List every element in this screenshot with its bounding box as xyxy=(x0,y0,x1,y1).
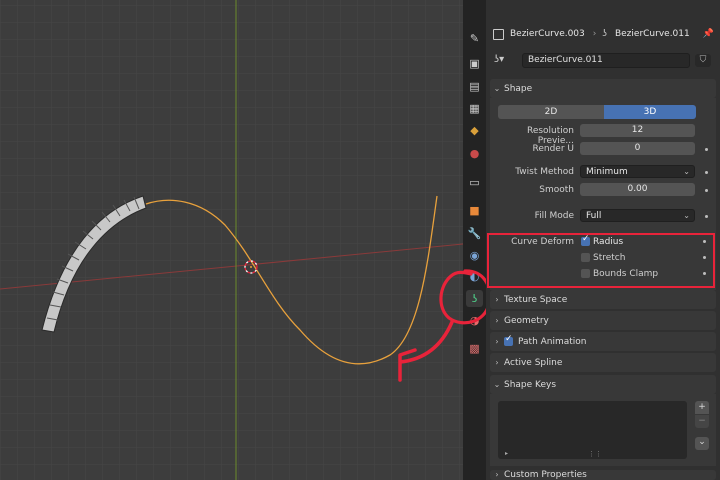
properties-editor: BezierCurve.003 › ʖ BezierCurve.011 📌 ʖ▾… xyxy=(486,0,720,480)
texture-space-panel-header[interactable]: › Texture Space xyxy=(490,290,716,309)
shape-key-menu-button[interactable]: ⌄ xyxy=(695,437,709,450)
breadcrumb-data: BezierCurve.011 xyxy=(614,29,690,39)
keyframe-dot[interactable] xyxy=(703,272,706,275)
shape-keys-panel-header[interactable]: ⌄ Shape Keys xyxy=(490,375,716,394)
shape-panel-title: Shape xyxy=(504,83,533,94)
keyframe-dot[interactable] xyxy=(705,171,708,174)
geometry-title: Geometry xyxy=(504,315,549,326)
expand-icon[interactable]: ▸ xyxy=(505,450,508,457)
chevron-down-icon: ⌄ xyxy=(683,167,690,176)
stretch-checkbox[interactable] xyxy=(581,253,590,262)
viewport-3d[interactable] xyxy=(0,0,463,480)
render-icon[interactable]: ▣ xyxy=(466,55,483,72)
custom-properties-panel-header[interactable]: › Custom Properties xyxy=(490,470,716,480)
chevron-down-icon: ⌄ xyxy=(493,380,501,389)
stretch-label: Stretch xyxy=(593,253,626,263)
geometry-panel-header[interactable]: › Geometry xyxy=(490,311,716,330)
shape-keys-title: Shape Keys xyxy=(504,379,557,390)
curve-object-icon xyxy=(493,28,504,40)
path-animation-checkbox[interactable] xyxy=(504,334,513,346)
datablock-selector: ʖ▾ BezierCurve.011 ⛉ xyxy=(492,53,716,70)
fill-mode-label: Fill Mode xyxy=(534,211,574,221)
custom-properties-title: Custom Properties xyxy=(504,470,587,480)
properties-tabs: ✎ ▣ ▤ ▦ ◆ ● ▭ ■ 🔧 ◉ ◐ ʖ ◑ ▩ xyxy=(439,0,492,480)
keyframe-dot[interactable] xyxy=(705,189,708,192)
smooth-field[interactable]: 0.00 xyxy=(580,183,695,196)
active-spline-title: Active Spline xyxy=(504,357,563,368)
bounds-clamp-checkbox[interactable] xyxy=(581,269,590,278)
curve-deform-label: Curve Deform xyxy=(511,237,574,247)
resolution-label: Resolution Previe... xyxy=(526,126,574,146)
modifier-icon[interactable]: 🔧 xyxy=(466,225,483,242)
mode-3d-button[interactable]: 3D xyxy=(604,105,696,119)
smooth-label: Smooth xyxy=(539,185,574,195)
object-icon[interactable]: ■ xyxy=(466,202,483,219)
twist-method-value: Minimum xyxy=(586,167,628,177)
shape-panel-header[interactable]: ⌄ Shape xyxy=(490,79,716,98)
collection-icon[interactable]: ▭ xyxy=(466,174,483,191)
resolution-preview-field[interactable]: 12 xyxy=(580,124,695,137)
add-shape-key-button[interactable]: + xyxy=(695,401,709,414)
active-spline-panel-header[interactable]: › Active Spline xyxy=(490,353,716,372)
keyframe-dot[interactable] xyxy=(705,148,708,151)
datablock-name-field[interactable]: BezierCurve.011 xyxy=(522,53,690,68)
chevron-down-icon: ⌄ xyxy=(683,211,690,220)
curve-data-small-icon: ʖ xyxy=(602,29,607,39)
path-animation-title: Path Animation xyxy=(518,336,587,347)
constraint-icon[interactable]: ◉ xyxy=(466,247,483,264)
viewport-grid xyxy=(0,0,463,480)
breadcrumb-separator: › xyxy=(592,29,597,39)
fake-user-icon[interactable]: ⛉ xyxy=(695,54,711,67)
pin-icon[interactable]: 📌 xyxy=(703,29,714,39)
breadcrumb: BezierCurve.003 › ʖ BezierCurve.011 📌 xyxy=(486,22,720,46)
chevron-right-icon: › xyxy=(495,358,499,367)
viewport-canvas[interactable] xyxy=(0,0,463,480)
fill-mode-value: Full xyxy=(586,211,602,221)
texture-icon[interactable]: ▩ xyxy=(466,340,483,357)
keyframe-dot[interactable] xyxy=(705,215,708,218)
view-layer-icon[interactable]: ▦ xyxy=(466,100,483,117)
keyframe-dot[interactable] xyxy=(703,256,706,259)
radius-checkbox[interactable] xyxy=(581,234,590,246)
breadcrumb-object: BezierCurve.003 xyxy=(510,29,585,39)
output-icon[interactable]: ▤ xyxy=(466,78,483,95)
mode-2d-button[interactable]: 2D xyxy=(498,105,604,119)
texture-space-title: Texture Space xyxy=(504,294,568,305)
keyframe-dot[interactable] xyxy=(703,240,706,243)
render-u-label: Render U xyxy=(532,144,575,154)
world-icon[interactable]: ● xyxy=(466,145,483,162)
chevron-right-icon: › xyxy=(495,337,499,346)
render-u-field[interactable]: 0 xyxy=(580,142,695,155)
resize-grip-icon[interactable]: ⋮⋮ xyxy=(588,450,602,458)
path-animation-panel-header[interactable]: › Path Animation xyxy=(490,332,716,351)
tool-icon[interactable]: ✎ xyxy=(466,30,483,47)
remove-shape-key-button[interactable]: − xyxy=(695,415,709,428)
curve-datablock-icon[interactable]: ʖ▾ xyxy=(494,54,504,65)
bounds-clamp-label: Bounds Clamp xyxy=(593,269,659,279)
chevron-right-icon: › xyxy=(495,295,499,304)
twist-method-label: Twist Method xyxy=(515,167,574,177)
chevron-down-icon: ⌄ xyxy=(493,84,501,93)
shape-keys-list[interactable]: ▸ ⋮⋮ xyxy=(498,401,687,459)
scene-icon[interactable]: ◆ xyxy=(466,122,483,139)
chevron-right-icon: › xyxy=(495,470,499,479)
fill-mode-select[interactable]: Full ⌄ xyxy=(580,209,695,222)
chevron-right-icon: › xyxy=(495,316,499,325)
twist-method-select[interactable]: Minimum ⌄ xyxy=(580,165,695,178)
radius-label: Radius xyxy=(593,237,624,247)
